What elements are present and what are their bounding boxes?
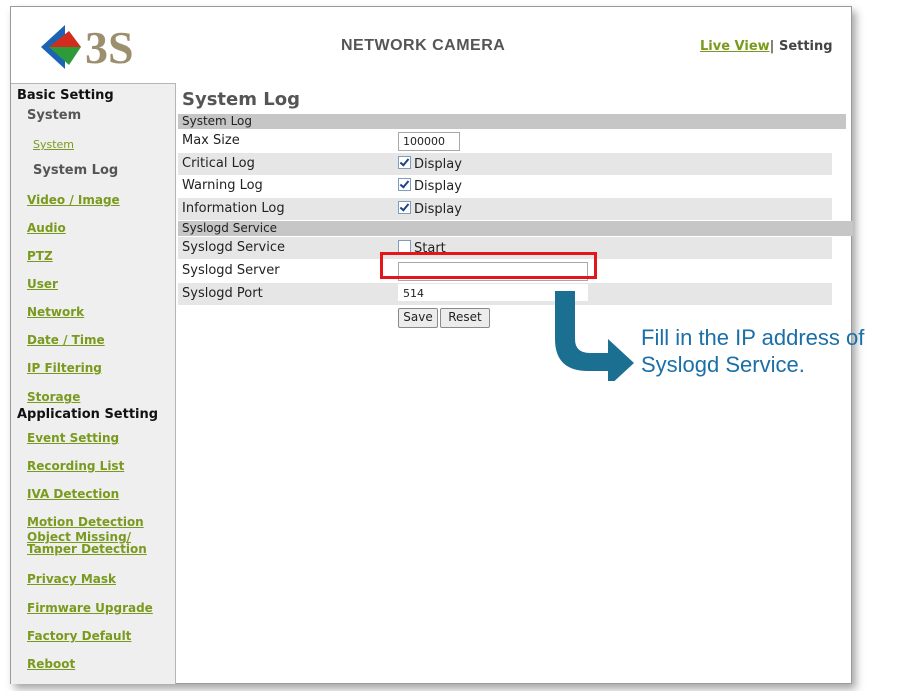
sidebar-item-system[interactable]: System [33,138,74,151]
sidebar-item-iva-detection[interactable]: IVA Detection [27,488,119,500]
sidebar-item-object-missing-tamper[interactable]: Object Missing/ Tamper Detection [27,531,147,555]
top-nav: Live View| Setting [700,39,833,54]
sidebar-group-system: System [27,108,82,123]
callout-line-1: Fill in the IP address of [641,325,865,350]
warning-log-checkbox[interactable] [398,178,411,191]
svg-text:3S: 3S [85,22,134,73]
max-size-label: Max Size [182,133,240,148]
sidebar-item-audio[interactable]: Audio [27,222,66,234]
header: 3S NETWORK CAMERA Live View| Setting [11,7,851,81]
sidebar-item-date-time[interactable]: Date / Time [27,334,105,346]
row-critical-log: Critical Log Display [178,153,832,175]
sidebar-group-basic-setting: Basic Setting [17,88,114,103]
live-view-link[interactable]: Live View [700,39,770,54]
critical-log-checkbox[interactable] [398,156,411,169]
form-buttons: Save Reset [398,308,518,328]
main-content: System Log System Log Max Size 100000 Cr… [176,83,853,683]
callout-line-2: Syslogd Service. [641,352,805,377]
sidebar: Basic Setting System System System Log V… [11,83,176,684]
row-warning-log: Warning Log Display [178,175,832,197]
sidebar-item-ip-filtering[interactable]: IP Filtering [27,362,102,374]
callout-text: Fill in the IP address of Syslogd Servic… [641,324,864,378]
sidebar-item-storage[interactable]: Storage [27,391,80,403]
warning-log-label: Warning Log [182,178,263,193]
row-max-size: Max Size 100000 [178,130,832,152]
nav-separator: | [769,39,775,54]
page-title: System Log [182,89,300,110]
sidebar-item-video-image[interactable]: Video / Image [27,194,120,206]
sidebar-item-motion-detection[interactable]: Motion Detection [27,516,144,528]
sidebar-item-recording-list[interactable]: Recording List [27,460,124,472]
row-information-log: Information Log Display [178,198,832,220]
section-header-syslogd: Syslogd Service [178,221,853,236]
warning-display-label: Display [414,179,462,194]
sidebar-item-event-setting[interactable]: Event Setting [27,432,119,444]
section-header-system-log: System Log [178,114,846,129]
sidebar-group-application-setting: Application Setting [17,407,159,422]
row-syslogd-port: Syslogd Port 514 [178,283,832,305]
sidebar-item-reboot[interactable]: Reboot [27,658,75,670]
reset-button[interactable]: Reset [440,308,490,328]
max-size-input[interactable]: 100000 [398,132,460,151]
critical-log-label: Critical Log [182,156,255,171]
sidebar-item-privacy-mask[interactable]: Privacy Mask [27,573,116,585]
syslogd-server-label: Syslogd Server [182,263,280,278]
highlight-box [380,252,597,279]
save-button[interactable]: Save [398,308,438,328]
sidebar-item-ptz[interactable]: PTZ [27,250,53,262]
information-log-checkbox[interactable] [398,201,411,214]
arrow-icon [555,291,634,381]
syslogd-service-label: Syslogd Service [182,240,285,255]
critical-display-label: Display [414,157,462,172]
sidebar-item-system-log[interactable]: System Log [33,163,118,178]
header-title: NETWORK CAMERA [341,37,506,54]
information-log-label: Information Log [182,201,285,216]
sidebar-item-user[interactable]: User [27,278,58,290]
setting-label[interactable]: Setting [779,39,833,54]
sidebar-item-factory-default[interactable]: Factory Default [27,630,131,642]
sidebar-item-firmware-upgrade[interactable]: Firmware Upgrade [27,602,153,614]
3s-logo: 3S [41,22,134,73]
syslogd-port-label: Syslogd Port [182,286,263,301]
information-display-label: Display [414,202,462,217]
sidebar-item-network[interactable]: Network [27,306,84,318]
